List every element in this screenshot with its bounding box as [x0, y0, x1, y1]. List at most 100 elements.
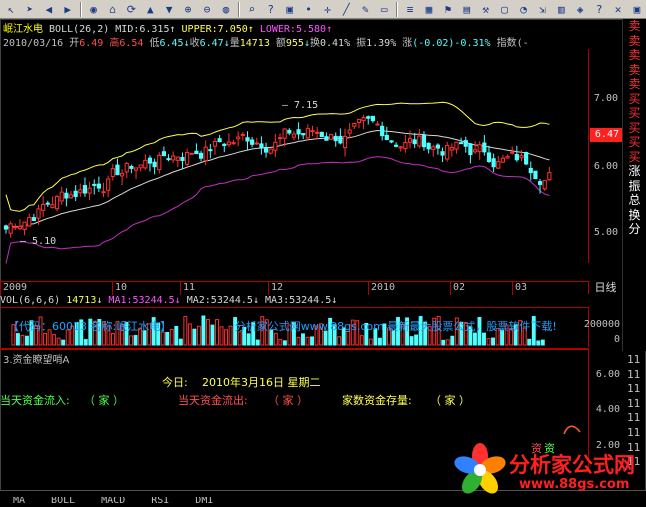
order-book-label[interactable]: 买 — [628, 121, 640, 136]
order-book-label[interactable]: 买 — [628, 92, 640, 107]
tools-icon[interactable]: ⚒ — [477, 1, 495, 18]
current-price-tag: 6.47 — [590, 128, 622, 142]
order-book-label[interactable]: 涨 — [628, 164, 640, 179]
candle — [356, 118, 362, 129]
turnover-value: 0.41% — [319, 38, 351, 49]
pencil-icon[interactable]: ✎ — [356, 1, 374, 18]
export-icon[interactable]: ⇲ — [533, 1, 551, 18]
order-book-label[interactable]: 总 — [628, 193, 640, 208]
lock-icon[interactable]: ▢ — [496, 1, 514, 18]
candle — [296, 122, 301, 140]
volume-bar — [255, 339, 260, 346]
candle — [124, 161, 129, 179]
volume-bar — [472, 332, 477, 346]
logo-text: 分析家公式网 — [509, 453, 635, 477]
candle — [17, 219, 23, 230]
order-book-label[interactable]: 卖 — [628, 63, 640, 78]
candle — [50, 196, 55, 209]
order-book-label[interactable]: 卖 — [628, 19, 640, 34]
volume-bar — [160, 331, 165, 346]
candlestick-chart[interactable]: — 7.15 — 5.10 — [0, 49, 588, 281]
candle — [403, 135, 408, 153]
select-arrow-icon[interactable]: ↖ — [2, 1, 20, 18]
crosshair-icon[interactable]: ✛ — [319, 1, 337, 18]
tab-macd[interactable]: MACD — [88, 497, 138, 507]
arrow-tool-icon[interactable]: ➤ — [21, 1, 39, 18]
candle — [287, 128, 292, 136]
question-icon[interactable]: ? — [262, 1, 280, 18]
quote-date: 2010/03/16 — [3, 38, 64, 49]
help-icon[interactable]: ? — [590, 1, 608, 18]
home-icon[interactable]: ⌂ — [104, 1, 122, 18]
palette-icon[interactable]: ◉ — [85, 1, 103, 18]
outflow-value: （ 家 ） — [268, 394, 308, 407]
order-book-label[interactable]: 卖 — [628, 48, 640, 63]
volume-bar — [178, 338, 183, 346]
candle — [22, 221, 27, 236]
line-tool-icon[interactable]: ╱ — [337, 1, 355, 18]
order-book-label[interactable]: 换 — [628, 208, 640, 223]
back-icon[interactable]: ◀ — [40, 1, 58, 18]
period-label[interactable]: 日线 — [588, 281, 622, 294]
lower-band-line — [5, 156, 550, 264]
window-icon[interactable]: ▣ — [628, 1, 646, 18]
index-label[interactable]: 指数(- — [497, 38, 529, 49]
volume-bar — [450, 335, 455, 346]
dot-icon[interactable]: • — [300, 1, 318, 18]
globe-icon[interactable]: ◍ — [217, 1, 235, 18]
vol-indicator[interactable]: VOL(6,6,6) — [0, 295, 60, 306]
network-icon[interactable]: ◈ — [571, 1, 589, 18]
candle — [431, 144, 436, 157]
search-icon[interactable]: ⌕ — [243, 1, 261, 18]
ruler-icon[interactable]: ▭ — [375, 1, 393, 18]
volume-bar — [278, 338, 283, 346]
order-book-label[interactable]: 振 — [628, 179, 640, 194]
flag-icon[interactable]: ⚑ — [439, 1, 457, 18]
candle — [398, 145, 403, 152]
volume-bar — [83, 339, 88, 346]
list-icon[interactable]: ≡ — [401, 1, 419, 18]
order-book-label[interactable]: 买 — [628, 135, 640, 150]
order-book-strip[interactable]: 卖卖卖卖卖买买买买买涨振总换分 — [622, 19, 646, 351]
open-label: 开 — [69, 38, 80, 49]
up-icon[interactable]: ▲ — [141, 1, 159, 18]
tab-ma[interactable]: MA — [0, 497, 38, 507]
zoom-in-icon[interactable]: ⊕ — [179, 1, 197, 18]
chart-icon[interactable]: ▤ — [458, 1, 476, 18]
date-tick: 2009 — [0, 282, 27, 295]
order-book-label[interactable]: 分 — [628, 222, 640, 237]
candle — [87, 181, 92, 201]
candle — [505, 154, 510, 159]
indicator-panel-title[interactable]: 3.资金瞭望哨A — [3, 351, 69, 366]
logo-url: www.88gs.com — [519, 477, 630, 492]
zoom-out-icon[interactable]: ⊖ — [198, 1, 216, 18]
today-value: 2010年3月16日 星期二 — [202, 376, 321, 389]
forward-icon[interactable]: ▶ — [59, 1, 77, 18]
bell-icon[interactable]: ◔ — [515, 1, 533, 18]
order-book-label[interactable]: 买 — [628, 106, 640, 121]
window-icon[interactable]: ▣ — [281, 1, 299, 18]
volume-bar — [359, 335, 364, 346]
refresh-icon[interactable]: ⟳ — [122, 1, 140, 18]
candle — [528, 161, 533, 181]
candle — [64, 188, 69, 207]
tab-dmi[interactable]: DMI — [182, 497, 226, 507]
outflow-label: 当天资金流出: — [178, 394, 248, 407]
order-book-label[interactable]: 卖 — [628, 77, 640, 92]
volume-bar — [43, 333, 48, 346]
print-icon[interactable]: ▥ — [552, 1, 570, 18]
grid-icon[interactable]: ▦ — [420, 1, 438, 18]
candle — [157, 152, 162, 174]
price-tick: 7.00 — [593, 93, 618, 104]
candle — [82, 177, 88, 197]
arrow-curve-icon — [563, 425, 581, 435]
tab-boll[interactable]: BOLL — [38, 497, 88, 507]
order-book-label[interactable]: 卖 — [628, 34, 640, 49]
order-book-label[interactable]: 买 — [628, 150, 640, 165]
tab-rsi[interactable]: RSI — [138, 497, 182, 507]
marquee-left: 【代码：60013 名称:岷江水电】 — [8, 320, 172, 333]
down-icon[interactable]: ▼ — [160, 1, 178, 18]
candle — [166, 154, 171, 162]
exit-icon[interactable]: ✕ — [609, 1, 627, 18]
candle — [147, 155, 153, 172]
